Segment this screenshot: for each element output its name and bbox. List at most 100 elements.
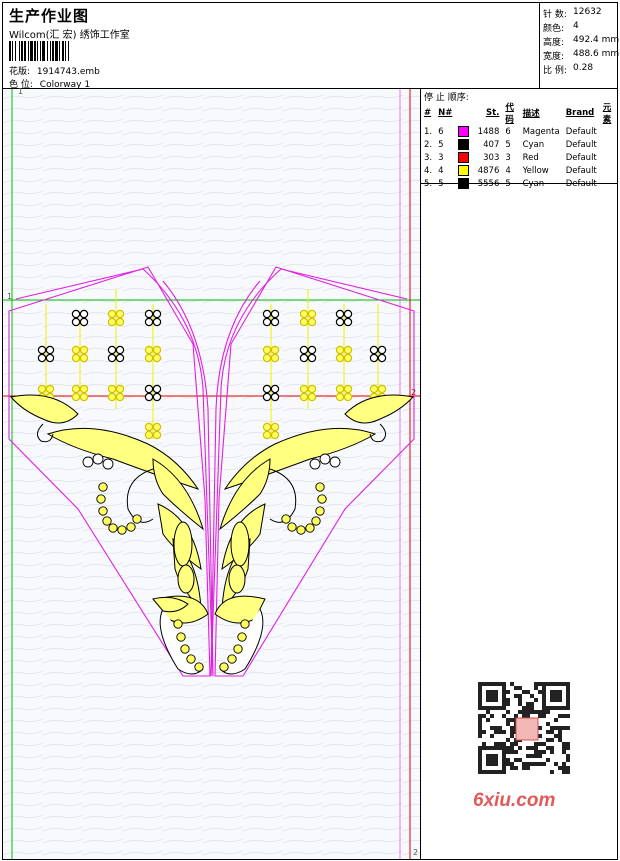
row-stitches: 303 xyxy=(455,151,502,164)
bead-dot xyxy=(237,632,247,642)
bead-dot xyxy=(98,482,108,492)
table-row: 3. 3 303 3 Red Default xyxy=(421,151,617,164)
page-title: 生产作业图 xyxy=(9,7,90,25)
col-needle: N# xyxy=(438,108,453,118)
ring-dot xyxy=(92,453,104,465)
row-brand: Default xyxy=(565,126,597,137)
row-code: 5 xyxy=(505,139,511,150)
bead-dot xyxy=(102,516,112,526)
mark-right-mid: 2 xyxy=(411,388,417,397)
row-stitch-count: 407 xyxy=(483,140,500,150)
ring-dot xyxy=(329,456,341,468)
stat-stitches: 针 数: 12632 xyxy=(543,7,602,20)
qr-logo xyxy=(515,717,539,741)
bead-dot xyxy=(176,632,186,642)
bead-dot xyxy=(287,522,297,532)
bead-dot xyxy=(96,494,106,504)
bead-dot xyxy=(233,644,243,654)
bead-dot xyxy=(219,662,229,672)
row-stitch-count: 303 xyxy=(483,153,500,163)
row-element xyxy=(600,151,617,164)
design-label: 花版: xyxy=(9,67,31,77)
stat-scale: 比 例: 0.28 xyxy=(543,63,594,76)
color-swatch xyxy=(458,139,470,150)
qr-code xyxy=(470,680,585,780)
row-stitches: 4876 xyxy=(455,164,502,177)
bead-dot xyxy=(227,654,237,664)
row-index: 3. xyxy=(424,152,433,163)
row-stitches: 407 xyxy=(455,138,502,151)
bead-dot xyxy=(315,482,325,492)
row-needle: 3 xyxy=(438,152,444,163)
row-code: 4 xyxy=(505,165,511,176)
row-brand: Default xyxy=(565,139,597,150)
bead-dot xyxy=(98,506,108,516)
row-element xyxy=(600,138,617,151)
stop-sequence-table: # N# St. 代码 描述 Brand 元素 1. 6 1488 6 Magenta D… xyxy=(421,101,617,190)
row-needle: 6 xyxy=(438,126,444,137)
bead-dot xyxy=(281,514,291,524)
ring-dot xyxy=(319,453,331,465)
col-brand: Brand xyxy=(565,108,595,118)
stat-colors: 颜色: 4 xyxy=(543,21,579,34)
design-value: 1914743.emb xyxy=(36,67,100,77)
row-desc: Magenta xyxy=(522,126,560,137)
table-row: 2. 5 407 5 Cyan Default xyxy=(421,138,617,151)
mark-left-mid: 1 xyxy=(7,292,13,301)
row-needle: 5 xyxy=(438,139,444,150)
design-canvas[interactable]: 1 1 2 2 xyxy=(2,87,421,860)
row-code: 6 xyxy=(505,126,511,137)
bead-dot xyxy=(108,523,118,533)
table-divider xyxy=(421,183,617,184)
bead-dot xyxy=(317,494,327,504)
table-row: 4. 4 4876 4 Yellow Default xyxy=(421,164,617,177)
table-header-row: # N# St. 代码 描述 Brand 元素 xyxy=(421,101,617,125)
row-needle: 4 xyxy=(438,165,444,176)
row-stitch-count: 5556 xyxy=(477,179,500,189)
bead-dot xyxy=(194,662,204,672)
mark-bottom-right: 2 xyxy=(413,848,419,857)
row-element xyxy=(600,164,617,177)
row-stitch-count: 1488 xyxy=(477,127,500,137)
row-brand: Default xyxy=(565,152,597,163)
col-desc: 描述 xyxy=(522,109,540,119)
color-swatch xyxy=(458,152,470,163)
color-swatch xyxy=(458,165,470,176)
col-code: 代码 xyxy=(505,103,514,125)
header-panel: 生产作业图 Wilcom(汇 宏) 绣饰工作室 花版: 1914743.emb … xyxy=(2,2,540,90)
col-element: 元素 xyxy=(602,103,612,125)
bead-dot xyxy=(315,506,325,516)
bead-dot xyxy=(305,523,315,533)
row-stitch-count: 4876 xyxy=(477,166,500,176)
stats-panel: 针 数: 12632 颜色: 4 高度: 492.4 mm 宽度: 488.6 mm 比… xyxy=(539,2,620,89)
row-brand: Default xyxy=(565,165,597,176)
col-index: # xyxy=(424,108,432,118)
row-stitches: 1488 xyxy=(455,125,502,138)
bead-dot xyxy=(186,654,196,664)
ring-dot xyxy=(102,458,114,470)
row-desc: Cyan xyxy=(522,139,545,150)
bead-dot xyxy=(311,516,321,526)
col-stitches: St. xyxy=(485,108,500,118)
color-swatch xyxy=(458,126,470,137)
table-row: 1. 6 1488 6 Magenta Default xyxy=(421,125,617,138)
bead-dot xyxy=(296,525,306,535)
row-code: 3 xyxy=(505,152,511,163)
barcode xyxy=(9,41,143,61)
ring-dot xyxy=(309,458,321,470)
studio-name: Wilcom(汇 宏) 绣饰工作室 xyxy=(9,30,130,41)
ring-dot xyxy=(82,456,94,468)
row-desc: Red xyxy=(522,152,539,163)
mark-top-left: 1 xyxy=(18,87,24,96)
stat-height: 高度: 492.4 mm xyxy=(543,35,620,48)
bead-dot xyxy=(126,522,136,532)
row-index: 4. xyxy=(424,165,433,176)
stat-width: 宽度: 488.6 mm xyxy=(543,49,620,62)
embroidery-preview xyxy=(3,89,420,859)
row-index: 2. xyxy=(424,139,433,150)
bead-dot xyxy=(240,619,250,629)
design-row: 花版: 1914743.emb xyxy=(9,64,100,77)
bead-dot xyxy=(173,619,183,629)
watermark-brand: 6xiu.com xyxy=(473,790,556,811)
row-element xyxy=(600,125,617,138)
